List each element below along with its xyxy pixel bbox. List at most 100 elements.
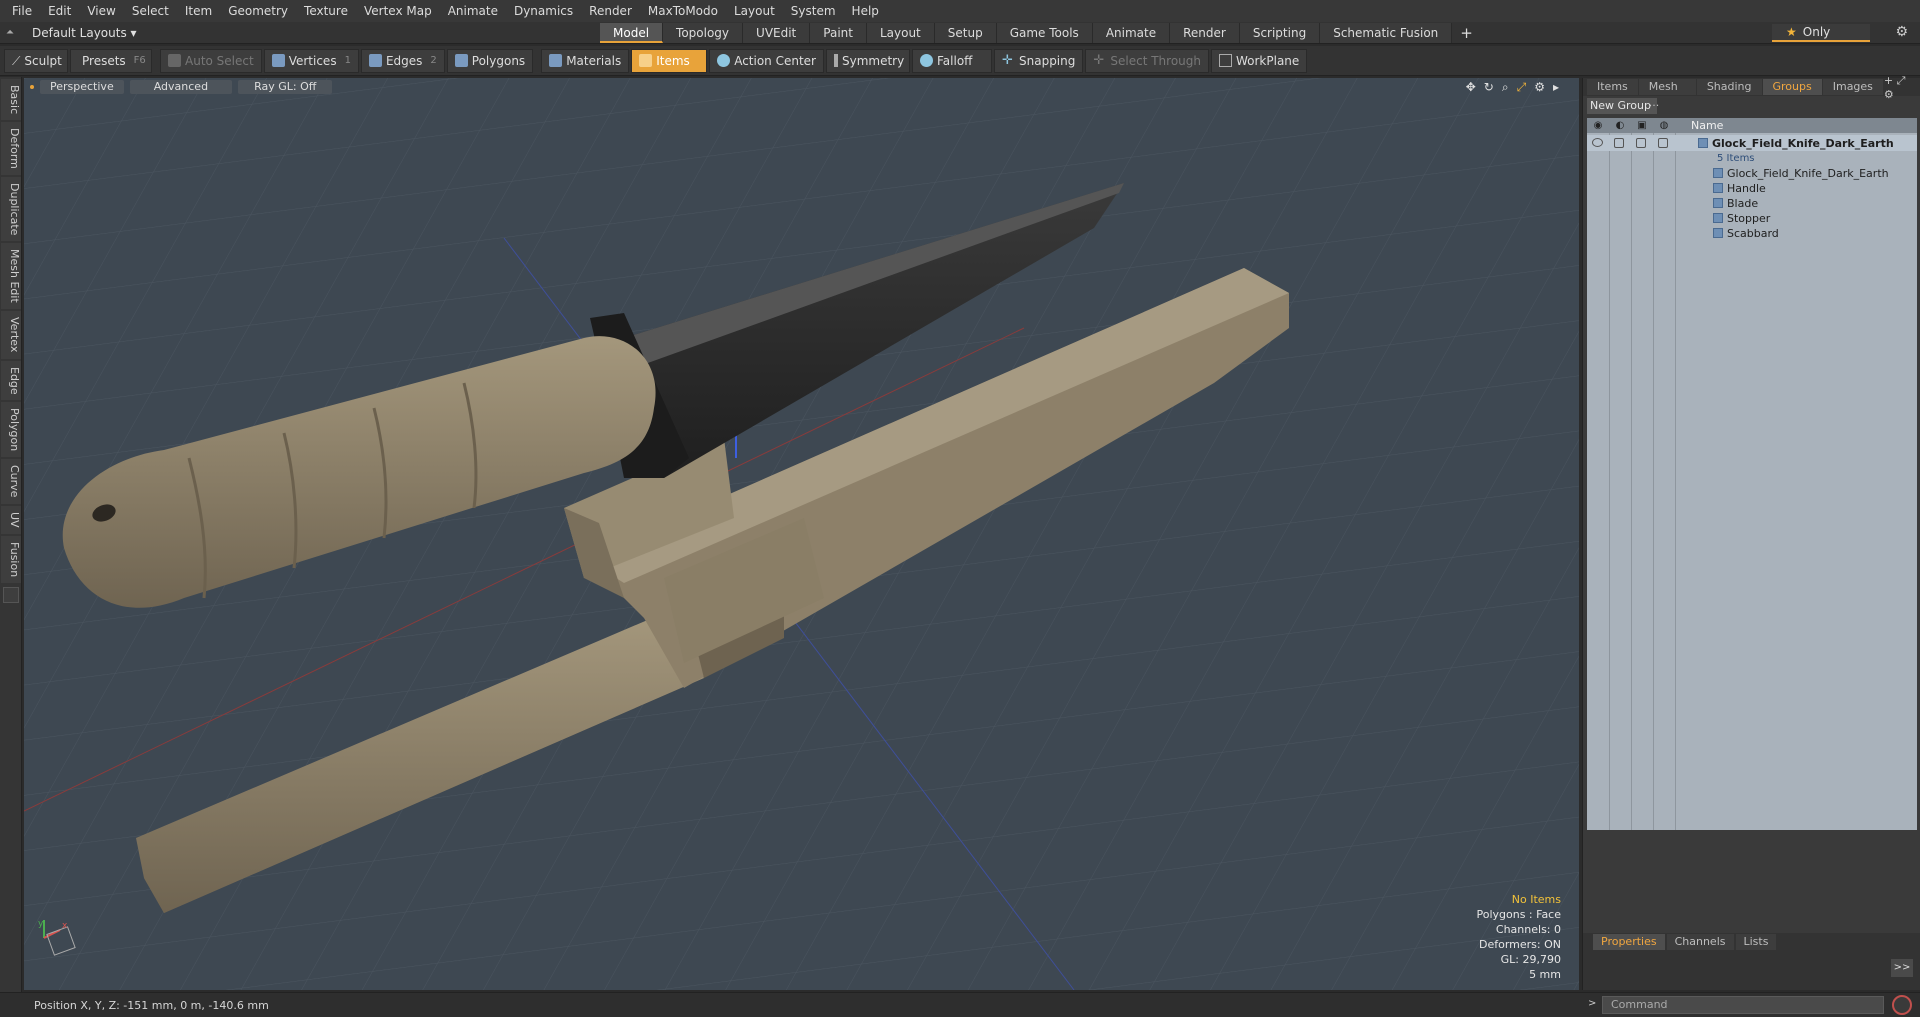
visibility-column-icon[interactable]: ◉ — [1587, 120, 1609, 131]
bottom-tab-lists[interactable]: Lists — [1735, 934, 1777, 950]
expand-button[interactable]: >> — [1891, 959, 1913, 977]
tab-game-tools[interactable]: Game Tools — [996, 22, 1093, 43]
raygl-dropdown[interactable]: Ray GL: Off — [238, 80, 333, 94]
mesh-item-icon — [1713, 183, 1723, 193]
menu-maxtomodo[interactable]: MaxToModo — [640, 0, 726, 22]
items-button[interactable]: Items — [631, 48, 708, 73]
left-tab-polygon[interactable]: Polygon — [1, 402, 21, 458]
bottom-tab-properties[interactable]: Properties — [1593, 934, 1665, 950]
menu-vertex-map[interactable]: Vertex Map — [356, 0, 440, 22]
snapping-button[interactable]: ✛ Snapping — [994, 48, 1084, 73]
add-tab-button[interactable]: + — [1452, 24, 1481, 42]
perspective-dropdown[interactable]: Perspective — [40, 80, 124, 94]
name-column-header[interactable]: Name — [1691, 119, 1723, 132]
panel-tab-images[interactable]: Images — [1822, 79, 1883, 95]
left-tab-edge[interactable]: Edge — [1, 360, 21, 401]
menu-system[interactable]: System — [783, 0, 844, 22]
vertices-label: Vertices — [288, 53, 337, 68]
auto-select-button[interactable]: Auto Select — [160, 48, 262, 73]
panel-tab-groups[interactable]: Groups — [1762, 79, 1822, 95]
tab-animate[interactable]: Animate — [1092, 22, 1171, 43]
tab-render[interactable]: Render — [1170, 22, 1240, 43]
polygons-button[interactable]: Polygons — [446, 48, 534, 73]
vertices-button[interactable]: Vertices 1 — [263, 48, 359, 73]
edges-button[interactable]: Edges 2 — [360, 48, 445, 73]
menu-edit[interactable]: Edit — [40, 0, 79, 22]
mesh-item-icon — [1713, 213, 1723, 223]
left-tab-duplicate[interactable]: Duplicate — [1, 177, 21, 242]
default-layouts-dropdown[interactable]: Default Layouts ▾ — [32, 26, 137, 40]
group-child-row[interactable]: Stopper — [1587, 210, 1917, 226]
falloff-button[interactable]: Falloff — [912, 48, 992, 73]
left-tab-uv[interactable]: UV — [1, 505, 21, 534]
group-child-row[interactable]: Handle — [1587, 180, 1917, 196]
menu-select[interactable]: Select — [124, 0, 177, 22]
left-tab-basic[interactable]: Basic — [1, 79, 21, 121]
sculpt-label: Sculpt — [24, 53, 62, 68]
menu-view[interactable]: View — [79, 0, 123, 22]
zoom-view-icon[interactable]: ⌕ — [1502, 80, 1509, 95]
select-through-button[interactable]: ✛ Select Through — [1085, 48, 1209, 73]
layout-selector[interactable]: ⏶ Default Layouts ▾ — [0, 22, 600, 44]
presets-button[interactable]: Presets F6 — [70, 48, 152, 73]
menu-geometry[interactable]: Geometry — [220, 0, 296, 22]
panel-tab-mesh[interactable]: Mesh ... — [1638, 79, 1696, 109]
menu-help[interactable]: Help — [844, 0, 887, 22]
panel-tab-shading[interactable]: Shading — [1696, 79, 1762, 95]
menu-layout[interactable]: Layout — [726, 0, 783, 22]
group-row-root[interactable]: Glock_Field_Knife_Dark_Earth — [1587, 135, 1917, 151]
command-input[interactable]: Command — [1602, 996, 1884, 1014]
tab-model[interactable]: Model — [600, 22, 664, 43]
visibility-toggle[interactable] — [1592, 138, 1603, 147]
group-child-row[interactable]: Blade — [1587, 195, 1917, 211]
tab-scripting[interactable]: Scripting — [1239, 22, 1321, 43]
tab-schematic-fusion[interactable]: Schematic Fusion — [1320, 22, 1453, 43]
workplane-button[interactable]: WorkPlane — [1210, 48, 1308, 73]
viewport-menu-dot[interactable] — [30, 85, 34, 89]
select-toggle[interactable] — [1658, 138, 1668, 148]
left-tab-deform[interactable]: Deform — [1, 122, 21, 176]
tab-uvedit[interactable]: UVEdit — [743, 22, 811, 43]
symmetry-button[interactable]: Symmetry — [826, 48, 910, 73]
menu-texture[interactable]: Texture — [296, 0, 356, 22]
tab-layout[interactable]: Layout — [866, 22, 935, 43]
advanced-dropdown[interactable]: Advanced — [129, 80, 233, 94]
move-view-icon[interactable]: ✥ — [1466, 80, 1476, 95]
lock-toggle[interactable] — [1636, 138, 1646, 148]
select-column-icon[interactable]: ◍ — [1653, 120, 1675, 131]
render-toggle[interactable] — [1614, 138, 1624, 148]
collapse-up-icon[interactable]: ⏶ — [6, 27, 14, 38]
left-tab-fusion[interactable]: Fusion — [1, 535, 21, 583]
menu-animate[interactable]: Animate — [440, 0, 506, 22]
left-tab-mesh-edit[interactable]: Mesh Edit — [1, 243, 21, 310]
group-child-row[interactable]: Glock_Field_Knife_Dark_Earth — [1587, 165, 1917, 181]
panel-tools-icon[interactable]: + ⤢ ⚙ — [1884, 74, 1920, 101]
sculpt-button[interactable]: ⟋ Sculpt — [4, 48, 68, 73]
menu-render[interactable]: Render — [581, 0, 640, 22]
menu-dynamics[interactable]: Dynamics — [506, 0, 581, 22]
tab-setup[interactable]: Setup — [934, 22, 997, 43]
menu-item[interactable]: Item — [177, 0, 220, 22]
rotate-view-icon[interactable]: ↻ — [1484, 80, 1494, 95]
lock-column-icon[interactable]: ▣ — [1631, 120, 1653, 131]
bottom-tab-channels[interactable]: Channels — [1666, 934, 1734, 950]
record-icon[interactable] — [1892, 995, 1912, 1015]
3d-viewport[interactable]: Perspective Advanced Ray GL: Off ✥ ↻ ⌕ ⤢… — [24, 78, 1579, 990]
gear-icon[interactable]: ⚙ — [1895, 24, 1908, 40]
new-group-button[interactable]: New Group — [1587, 98, 1657, 114]
group-child-row[interactable]: Scabbard — [1587, 225, 1917, 241]
left-tab-vertex[interactable]: Vertex — [1, 311, 21, 359]
left-panel-toggle[interactable] — [3, 587, 19, 603]
panel-tab-items[interactable]: Items — [1587, 79, 1638, 95]
viewport-settings-icon[interactable]: ⚙ — [1534, 80, 1545, 95]
only-button[interactable]: ★ Only — [1772, 24, 1870, 42]
action-center-button[interactable]: Action Center — [709, 48, 824, 73]
viewport-expand-icon[interactable]: ▸ — [1553, 80, 1559, 95]
fit-view-icon[interactable]: ⤢ — [1517, 80, 1527, 95]
menu-file[interactable]: File — [4, 0, 40, 22]
tab-topology[interactable]: Topology — [663, 22, 744, 43]
materials-button[interactable]: Materials — [541, 48, 630, 73]
tab-paint[interactable]: Paint — [810, 22, 867, 43]
render-column-icon[interactable]: ◐ — [1609, 120, 1631, 131]
left-tab-curve[interactable]: Curve — [1, 459, 21, 504]
